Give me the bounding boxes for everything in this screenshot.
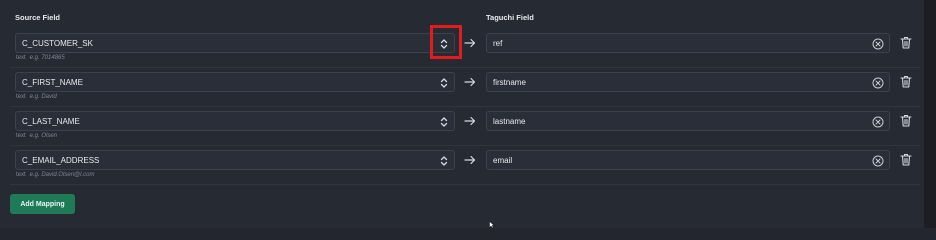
taguchi-field-value: ref [493, 39, 503, 48]
taguchi-field-value: email [493, 156, 513, 165]
field-example: e.g. David [29, 94, 57, 100]
field-example: e.g. 7014865 [29, 55, 65, 61]
taguchi-field-value: lastname [493, 117, 526, 126]
field-type: text [16, 172, 26, 178]
field-type: text [16, 133, 26, 139]
source-field-header: Source Field [15, 13, 61, 22]
taguchi-field-value: firstname [493, 78, 526, 87]
field-hint: text e.g. David [16, 94, 57, 100]
arrow-right-icon [464, 77, 476, 87]
row-divider [10, 67, 920, 68]
add-mapping-button[interactable]: Add Mapping [10, 194, 75, 214]
clear-circle-icon[interactable] [872, 116, 884, 128]
taguchi-field-header: Taguchi Field [486, 13, 534, 22]
taguchi-field-input[interactable]: email [486, 150, 890, 170]
field-mapping-panel: Source Field Taguchi Field C_CUSTOMER_SK… [0, 0, 924, 228]
clear-circle-icon[interactable] [872, 155, 884, 167]
field-hint: text e.g. 7014865 [16, 55, 65, 61]
field-hint: text e.g. David.Olsen@l.com [16, 172, 94, 178]
source-field-value: C_CUSTOMER_SK [22, 39, 93, 48]
trash-icon[interactable] [900, 153, 912, 166]
source-field-value: C_LAST_NAME [22, 117, 80, 126]
taguchi-field-input[interactable]: lastname [486, 111, 890, 131]
row-divider [10, 184, 920, 185]
field-type: text [16, 55, 26, 61]
field-example: e.g. Olsen [29, 133, 58, 139]
chevron-up-down-icon[interactable] [440, 155, 448, 167]
row-divider [10, 145, 920, 146]
arrow-right-icon [464, 38, 476, 48]
chevron-up-down-icon[interactable] [440, 77, 448, 89]
chevron-up-down-icon[interactable] [440, 116, 448, 128]
clear-circle-icon[interactable] [872, 77, 884, 89]
trash-icon[interactable] [900, 75, 912, 88]
source-field-value: C_EMAIL_ADDRESS [22, 156, 100, 165]
arrow-right-icon [464, 155, 476, 165]
clear-circle-icon[interactable] [872, 38, 884, 50]
field-hint: text e.g. Olsen [16, 133, 57, 139]
field-type: text [16, 94, 26, 100]
trash-icon[interactable] [900, 36, 912, 49]
taguchi-field-input[interactable]: firstname [486, 72, 890, 92]
trash-icon[interactable] [900, 114, 912, 127]
highlight-box [430, 25, 462, 59]
window-edge [924, 0, 936, 228]
source-field-select[interactable]: C_FIRST_NAME [15, 72, 455, 92]
mouse-cursor-icon [489, 221, 495, 228]
row-divider [10, 106, 920, 107]
taguchi-field-input[interactable]: ref [486, 33, 890, 53]
source-field-value: C_FIRST_NAME [22, 78, 83, 87]
source-field-select[interactable]: C_CUSTOMER_SK [15, 33, 455, 53]
arrow-right-icon [464, 116, 476, 126]
field-example: e.g. David.Olsen@l.com [29, 172, 95, 178]
source-field-select[interactable]: C_LAST_NAME [15, 111, 455, 131]
source-field-select[interactable]: C_EMAIL_ADDRESS [15, 150, 455, 170]
